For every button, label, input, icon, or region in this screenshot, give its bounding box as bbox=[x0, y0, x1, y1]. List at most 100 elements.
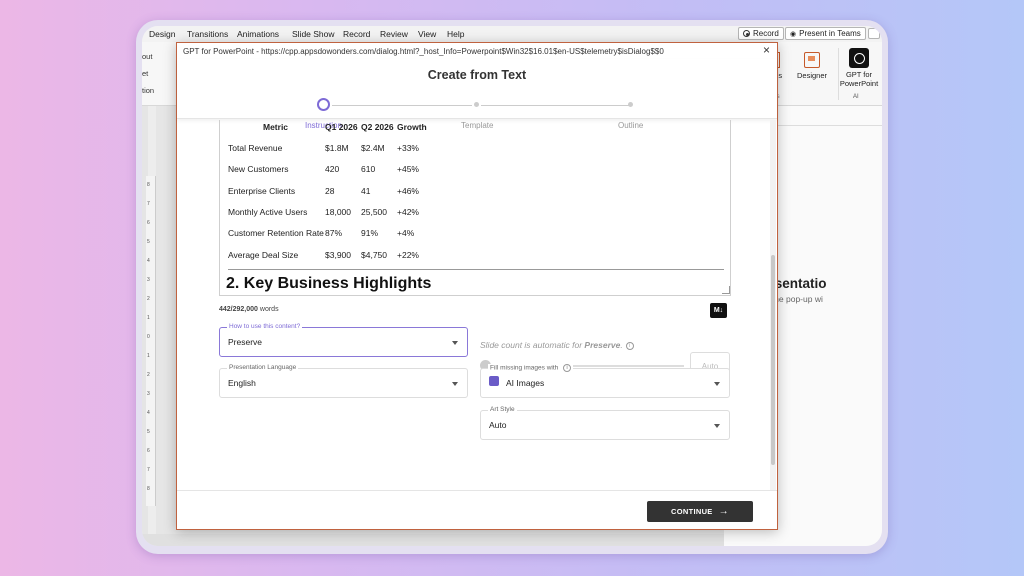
scrollbar-thumb[interactable] bbox=[771, 255, 775, 465]
ruler-mark: 4 bbox=[147, 258, 150, 264]
table-cell: 28 bbox=[325, 185, 335, 196]
ruler-mark: 2 bbox=[147, 372, 150, 378]
table-cell: +4% bbox=[397, 228, 415, 239]
ruler-mark: 8 bbox=[147, 182, 150, 188]
chevron-down-icon bbox=[714, 424, 720, 428]
ruler-mark: 1 bbox=[147, 315, 150, 321]
tab-view[interactable]: View bbox=[418, 29, 436, 39]
gpt-logo-icon bbox=[849, 48, 869, 68]
table-cell: +33% bbox=[397, 143, 419, 153]
tab-review[interactable]: Review bbox=[380, 29, 408, 39]
table-header: Growth bbox=[397, 122, 427, 132]
art-style-select[interactable]: Art Style Auto bbox=[480, 406, 730, 440]
ruler-mark: 4 bbox=[147, 410, 150, 416]
ai-group-label: AI bbox=[853, 94, 859, 100]
usage-select[interactable]: How to use this content? Preserve bbox=[219, 323, 468, 357]
fill-images-select[interactable]: Fill missing images with i AI Images bbox=[480, 364, 730, 398]
step-outline-indicator[interactable] bbox=[628, 102, 633, 107]
table-row-label: Average Deal Size bbox=[228, 249, 299, 260]
table-cell: 91% bbox=[361, 228, 379, 239]
table-cell: $3,900 bbox=[325, 249, 351, 260]
table-row-label: Monthly Active Users bbox=[228, 206, 308, 217]
info-icon[interactable]: i bbox=[625, 341, 634, 350]
table-cell: +22% bbox=[397, 249, 419, 260]
table-cell: 18,000 bbox=[325, 206, 351, 217]
dialog-footer: CONTINUE → bbox=[177, 490, 777, 530]
continue-label: CONTINUE bbox=[671, 507, 713, 516]
table-row-label: Total Revenue bbox=[228, 143, 283, 153]
info-icon[interactable]: i bbox=[563, 364, 572, 372]
chevron-down-icon bbox=[452, 341, 458, 345]
designer-button[interactable]: Designer bbox=[792, 52, 832, 80]
dialog-scroll-area[interactable]: Metric Q1 2026 Q2 2026 Growth Total Reve… bbox=[177, 120, 777, 490]
table-cell: 41 bbox=[361, 185, 371, 196]
word-count-unit: words bbox=[259, 306, 279, 313]
ribbon-tabs: Design Transitions Animations Slide Show… bbox=[142, 26, 882, 42]
stepper-line-2 bbox=[481, 105, 629, 106]
gpt-for-powerpoint-button[interactable]: GPT for PowerPoint bbox=[839, 48, 879, 88]
table-cell: 610 bbox=[361, 164, 376, 175]
step-template-indicator[interactable] bbox=[474, 102, 479, 107]
tab-slide-show[interactable]: Slide Show bbox=[292, 29, 335, 39]
ribbon-left-label-1[interactable]: out bbox=[142, 52, 152, 61]
continue-button[interactable]: CONTINUE → bbox=[647, 501, 753, 522]
gpt-label-line1: GPT for bbox=[845, 70, 873, 79]
table-header: Q2 2026 bbox=[361, 122, 394, 132]
table-cell: +45% bbox=[397, 164, 419, 175]
table-row-label: Customer Retention Rate bbox=[228, 228, 324, 239]
ruler-mark: 8 bbox=[147, 486, 150, 492]
table-cell: $4,750 bbox=[361, 249, 387, 260]
tab-record[interactable]: Record bbox=[343, 29, 370, 39]
ruler-mark: 1 bbox=[147, 353, 150, 359]
ruler-mark: 5 bbox=[147, 429, 150, 435]
present-in-teams-button[interactable]: ◉ Present in Teams bbox=[785, 27, 866, 40]
chevron-down-icon bbox=[452, 382, 458, 386]
ruler-mark: 7 bbox=[147, 201, 150, 207]
tablet-frame: Design Transitions Animations Slide Show… bbox=[136, 20, 888, 554]
slide-count-note: Slide count is automatic for Preserve. i bbox=[480, 340, 634, 350]
table-cell: $2.4M bbox=[361, 143, 385, 153]
powerpoint-window: Design Transitions Animations Slide Show… bbox=[142, 26, 882, 546]
editor-heading2: 2. Key Business Highlights bbox=[226, 275, 432, 292]
tab-transitions[interactable]: Transitions bbox=[187, 29, 228, 39]
table-row-label: New Customers bbox=[228, 164, 289, 175]
tab-help[interactable]: Help bbox=[447, 29, 464, 39]
ruler-mark: 6 bbox=[147, 220, 150, 226]
table-cell: +46% bbox=[397, 185, 419, 196]
language-value: English bbox=[228, 378, 256, 388]
vertical-ruler: 8 7 6 5 4 3 2 1 0 1 2 3 4 5 6 7 8 bbox=[146, 176, 156, 506]
slide-count-bold: Preserve bbox=[584, 340, 621, 350]
slide-count-suffix: . bbox=[620, 340, 623, 350]
table-cell: 87% bbox=[325, 228, 343, 239]
word-count-value: 442/292,000 bbox=[219, 306, 258, 313]
fill-images-label: Fill missing images with i bbox=[488, 364, 574, 372]
close-icon[interactable]: × bbox=[763, 43, 770, 57]
language-label: Presentation Language bbox=[227, 364, 299, 371]
table-cell: $1.8M bbox=[325, 143, 349, 153]
fill-images-label-text: Fill missing images with bbox=[490, 364, 559, 372]
ribbon-left-label-3[interactable]: tion bbox=[142, 86, 154, 95]
markdown-icon[interactable]: M↓ bbox=[710, 303, 727, 318]
record-label: Record bbox=[753, 29, 779, 38]
tab-animations[interactable]: Animations bbox=[237, 29, 279, 39]
ruler-mark: 3 bbox=[147, 391, 150, 397]
ribbon-left-label-2[interactable]: et bbox=[142, 69, 148, 78]
comments-icon[interactable] bbox=[868, 28, 880, 39]
image-icon bbox=[489, 376, 499, 386]
content-editor[interactable]: Metric Q1 2026 Q2 2026 Growth Total Reve… bbox=[219, 120, 731, 296]
gpt-dialog: GPT for PowerPoint - https://cpp.appsdow… bbox=[176, 42, 778, 530]
art-style-label: Art Style bbox=[488, 406, 517, 413]
language-select[interactable]: Presentation Language English bbox=[219, 364, 468, 398]
ruler-mark: 2 bbox=[147, 296, 150, 302]
table-row-label: Enterprise Clients bbox=[228, 185, 296, 196]
ruler-mark: 5 bbox=[147, 239, 150, 245]
step-instruction-indicator[interactable] bbox=[317, 98, 330, 111]
resize-handle[interactable] bbox=[722, 286, 730, 294]
table-cell: +42% bbox=[397, 206, 419, 217]
table-cell: 25,500 bbox=[361, 206, 387, 217]
tab-design[interactable]: Design bbox=[149, 29, 175, 39]
ruler-mark: 3 bbox=[147, 277, 150, 283]
fill-images-value: AI Images bbox=[506, 378, 545, 388]
record-button[interactable]: Record bbox=[738, 27, 784, 40]
word-count: 442/292,000 words bbox=[219, 306, 279, 313]
